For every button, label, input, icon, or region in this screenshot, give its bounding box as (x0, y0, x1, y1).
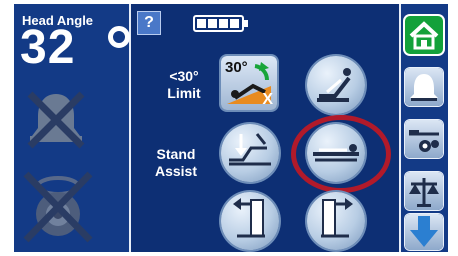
limit-badge: 30° (225, 59, 248, 76)
stand-assist-icon (229, 133, 271, 166)
limit-label-line1: <30° (169, 68, 199, 84)
scroll-down-icon (410, 216, 438, 247)
side-nav (399, 4, 448, 252)
bed-settings-icon (409, 130, 439, 152)
scale-button[interactable] (405, 172, 443, 210)
stand-assist-line1: Stand (156, 146, 196, 162)
exit-left-icon (233, 198, 265, 238)
stand-assist-line2: Assist (154, 163, 198, 179)
exit-right-icon (321, 198, 353, 238)
degree-symbol (108, 26, 130, 48)
home-button[interactable] (405, 16, 443, 54)
stand-assist-label: Stand Assist (145, 146, 207, 180)
scroll-down-button[interactable] (405, 214, 443, 250)
bell-off-icon[interactable] (26, 88, 86, 150)
camera-off-icon[interactable] (22, 170, 94, 244)
head-angle-value: 32 (20, 21, 76, 74)
limit-label-line2: Limit (167, 85, 201, 101)
home-icon (409, 21, 439, 50)
battery-icon (193, 15, 248, 32)
main-control-panel: ? <30° Limit 30° X Stand Assist (131, 4, 399, 252)
exit-right-button[interactable] (307, 192, 365, 250)
bed-control-screen: Head Angle 32 ? <30° Limit 30° X Stand A… (14, 4, 448, 252)
exit-left-button[interactable] (221, 192, 279, 250)
divider (399, 4, 401, 252)
bed-settings-button[interactable] (405, 120, 443, 158)
limit-30-button[interactable]: 30° X (221, 56, 277, 110)
highlight-ring (291, 115, 391, 193)
scale-icon (409, 178, 439, 207)
alarm-bell-icon (410, 74, 438, 101)
status-panel: Head Angle 32 (14, 4, 131, 252)
stand-assist-button[interactable] (221, 124, 279, 182)
chair-position-button[interactable] (307, 56, 365, 114)
limit-x: X (262, 91, 273, 108)
alarm-button[interactable] (405, 68, 443, 106)
recline-chair-icon (317, 68, 351, 102)
help-button[interactable]: ? (137, 11, 161, 35)
limit-label: <30° Limit (153, 68, 215, 102)
